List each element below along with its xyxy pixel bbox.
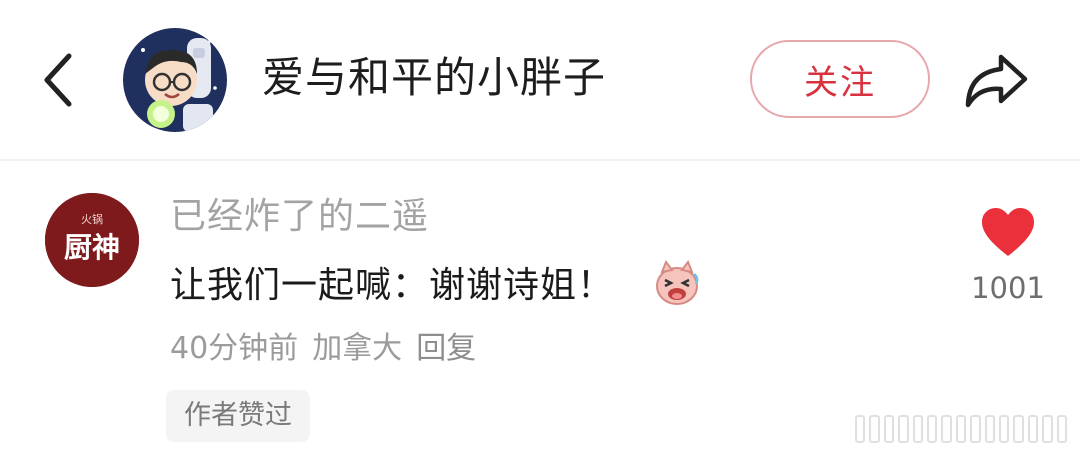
author-liked-badge: 作者赞过: [166, 390, 310, 442]
comment-screen: 爱与和平的小胖子 关注 火锅 厨神 已经炸了的二遥 让我们一起喊：谢谢诗姐！ 4…: [0, 0, 1080, 455]
user-avatar[interactable]: [123, 28, 227, 132]
like-count: 1001: [971, 271, 1045, 305]
comment-time: 40分钟前: [170, 331, 299, 366]
heart-icon: [982, 208, 1034, 256]
svg-text:火锅: 火锅: [81, 213, 103, 226]
watermark: [855, 412, 1068, 446]
comment-text: 让我们一起喊：谢谢诗姐！: [170, 265, 615, 306]
like-button[interactable]: [980, 206, 1036, 258]
share-arrow-icon: [965, 54, 1028, 108]
commenter-name[interactable]: 已经炸了的二遥: [170, 192, 429, 242]
commenter-avatar[interactable]: 火锅 厨神: [45, 193, 139, 287]
back-button[interactable]: [36, 50, 80, 110]
reply-button[interactable]: 回复: [416, 327, 476, 371]
header-divider: [0, 159, 1080, 161]
comment-meta: 40分钟前 加拿大 回复: [170, 327, 476, 371]
header-username: 爱与和平的小胖子: [262, 53, 607, 102]
comment-location: 加拿大: [312, 331, 403, 366]
laughing-pig-emoji-icon: [652, 258, 702, 308]
chevron-left-icon: [44, 53, 72, 107]
svg-text:厨神: 厨神: [64, 231, 120, 264]
share-button[interactable]: [960, 48, 1032, 112]
follow-button[interactable]: 关注: [750, 40, 930, 118]
